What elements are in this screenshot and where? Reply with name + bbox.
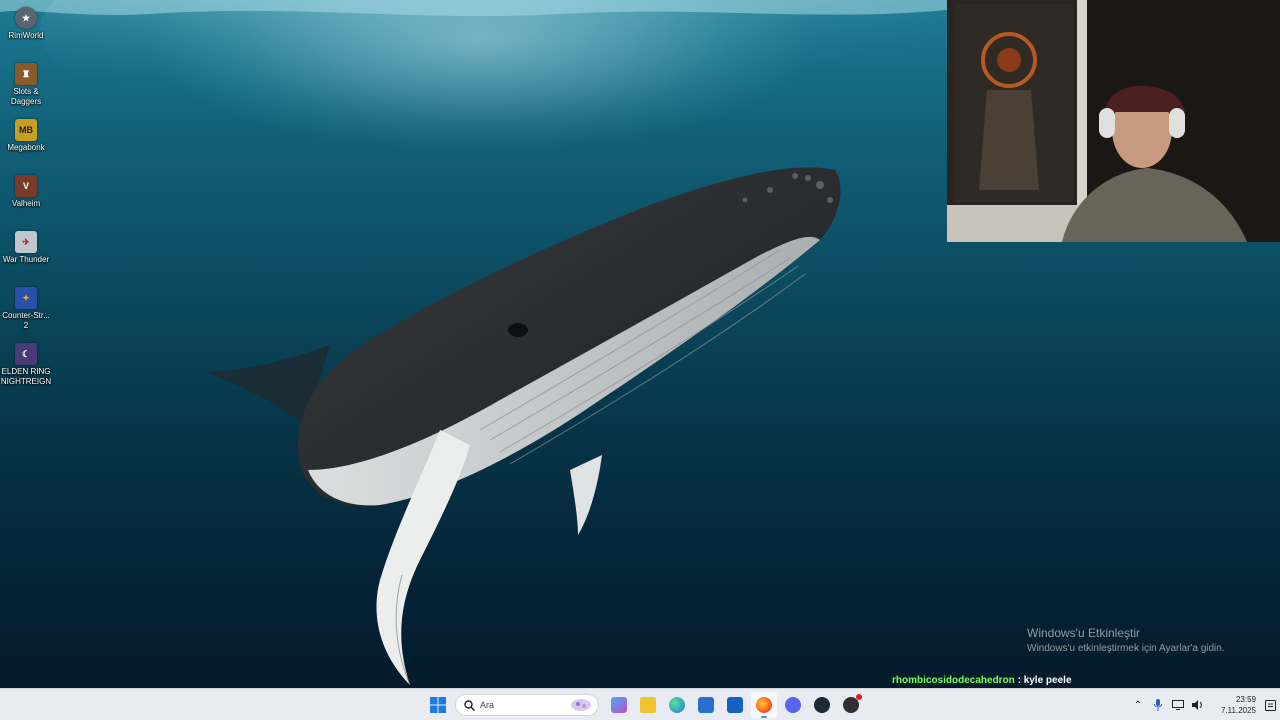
store-icon [697, 697, 714, 713]
clock-date: 7.11.2025 [1221, 706, 1256, 715]
desktop-icon-rimworld[interactable]: ★ RimWorld [0, 2, 52, 56]
folder-icon [639, 697, 656, 713]
discord-icon [784, 697, 801, 713]
desktop-icon-war-thunder[interactable]: ✈ War Thunder [0, 226, 52, 280]
taskbar: Ara ⌃ 23:59 7.11.2025 [0, 688, 1280, 720]
microphone-icon[interactable] [1148, 689, 1168, 720]
elden-ring-nightreign-icon: ☾ [15, 343, 37, 365]
notification-center-button[interactable] [1260, 689, 1280, 720]
taskbar-app-outlook[interactable] [722, 692, 748, 718]
desktop-icon-counter-strike-2[interactable]: ✦ Counter-Str... 2 [0, 282, 52, 336]
desktop-icon-label: ELDEN RING NIGHTREIGN [0, 367, 52, 386]
desktop-icon-label: Megabonk [7, 143, 45, 152]
volume-icon[interactable] [1188, 689, 1208, 720]
search-icon [464, 699, 475, 711]
steam-icon [813, 697, 830, 713]
desktop-icon-label: Counter-Str... 2 [2, 311, 50, 330]
taskbar-clock[interactable]: 23:59 7.11.2025 [1216, 694, 1256, 716]
desktop-icon-label: Valheim [11, 199, 41, 208]
slots-and-daggers-icon: ♜ [15, 63, 37, 85]
outlook-icon [726, 697, 743, 713]
taskbar-app-firefox[interactable] [750, 692, 777, 718]
obs-icon [842, 694, 862, 713]
clock-time: 23:59 [1235, 695, 1256, 704]
edge-icon [668, 697, 685, 713]
webcam-overlay [947, 0, 1280, 242]
search-placeholder: Ara [480, 700, 495, 710]
chat-username: rhombicosidodecahedron [892, 675, 1015, 686]
chat-separator: : [1014, 675, 1024, 686]
windows-activation-watermark: Windows'u Etkinleştir Windows'u etkinleş… [1027, 626, 1225, 655]
notification-icon [1264, 699, 1276, 711]
taskbar-app-obs[interactable] [838, 692, 864, 718]
taskbar-center: Ara [423, 689, 865, 720]
taskbar-app-store[interactable] [693, 692, 719, 718]
taskbar-app-file-explorer[interactable] [635, 692, 661, 718]
taskbar-app-widgets[interactable] [606, 692, 632, 718]
streamer-webcam-image [947, 0, 1280, 242]
counter-strike-2-icon: ✦ [15, 287, 37, 309]
activation-title: Windows'u Etkinleştir [1027, 626, 1140, 640]
system-tray: ⌃ 23:59 7.11.2025 [1128, 689, 1280, 720]
network-icon[interactable] [1168, 689, 1188, 720]
megabonk-icon: MB [15, 119, 37, 141]
desktop-icon-slots-and-daggers[interactable]: ♜ Slots & Daggers [0, 58, 52, 112]
activation-subtitle: Windows'u etkinleştirmek için Ayarlar'a … [1027, 643, 1225, 654]
start-button[interactable] [425, 692, 451, 718]
chat-overlay: rhombicosidodecahedron : kyle peele [892, 675, 1072, 686]
desktop: ★ RimWorld ♜ Slots & Daggers MB Megabonk… [0, 0, 1280, 688]
tray-overflow-chevron-up-icon[interactable]: ⌃ [1128, 689, 1148, 720]
desktop-icon-valheim[interactable]: V Valheim [0, 170, 52, 224]
taskbar-app-discord[interactable] [780, 692, 806, 718]
taskbar-app-steam[interactable] [809, 692, 835, 718]
desktop-icon-elden-ring-nightreign[interactable]: ☾ ELDEN RING NIGHTREIGN [0, 338, 52, 392]
chat-message: kyle peele [1023, 675, 1072, 686]
recording-badge [855, 694, 862, 700]
rimworld-icon: ★ [15, 7, 37, 29]
desktop-icon-label: Slots & Daggers [10, 87, 42, 106]
windows-start-icon [429, 697, 446, 713]
desktop-icon-label: RimWorld [8, 31, 44, 40]
firefox-icon [755, 697, 772, 713]
war-thunder-icon: ✈ [15, 231, 37, 253]
widgets-icon [610, 697, 627, 713]
taskbar-app-edge[interactable] [664, 692, 690, 718]
desktop-icon-megabonk[interactable]: MB Megabonk [0, 114, 52, 168]
valheim-icon: V [15, 175, 37, 197]
search-highlight-icon [571, 699, 591, 711]
desktop-icon-label: War Thunder [2, 255, 50, 264]
taskbar-search-box[interactable]: Ara [455, 694, 599, 716]
